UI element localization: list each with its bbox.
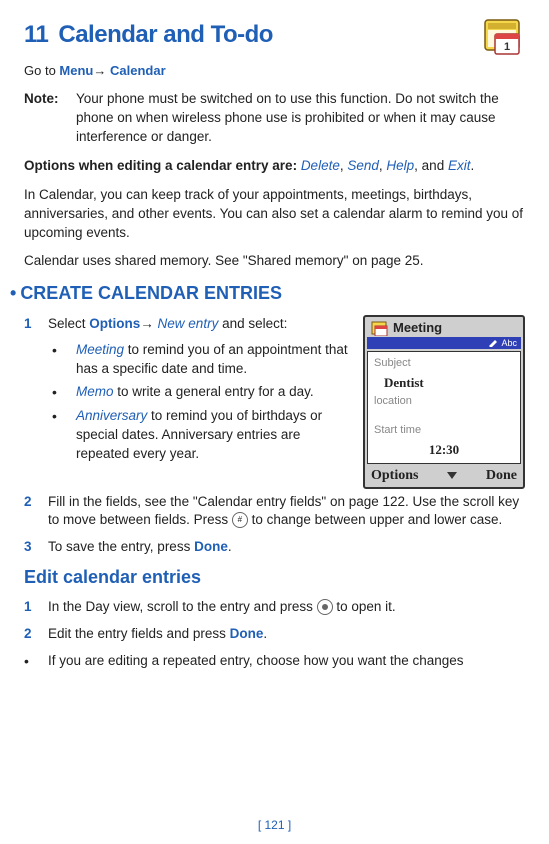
options-list: Options when editing a calendar entry ar… xyxy=(24,157,525,176)
subsection-edit-heading: Edit calendar entries xyxy=(24,565,525,590)
note-label: Note: xyxy=(24,90,76,147)
note-block: Note: Your phone must be switched on to … xyxy=(24,90,525,147)
phone-calendar-icon xyxy=(371,320,389,336)
step-1: 1 Select Options→ New entry and select: xyxy=(24,315,349,334)
phone-value-subject: Dentist xyxy=(374,374,514,392)
note-text: Your phone must be switched on to use th… xyxy=(76,90,525,147)
pencil-icon xyxy=(488,338,498,347)
calendar-icon: 1 xyxy=(483,16,525,58)
chapter-title: 11 Calendar and To-do xyxy=(24,18,273,52)
step-3: 3 To save the entry, press Done. xyxy=(24,538,525,557)
menu-link: Menu xyxy=(59,63,93,78)
nav-key-icon xyxy=(317,599,333,615)
phone-label-start: Start time xyxy=(374,423,514,438)
bullet-memo: • Memo to write a general entry for a da… xyxy=(52,383,349,403)
phone-softkey-left: Options xyxy=(371,466,418,486)
bullet-anniversary: • Anniversary to remind you of birthdays… xyxy=(52,407,349,464)
paragraph-intro: In Calendar, you can keep track of your … xyxy=(24,186,525,243)
chapter-title-text: Calendar and To-do xyxy=(58,21,273,48)
calendar-link: Calendar xyxy=(110,63,166,78)
input-mode-indicator: Abc xyxy=(501,337,517,350)
down-triangle-icon xyxy=(447,472,457,479)
edit-bullet-repeated: • If you are editing a repeated entry, c… xyxy=(24,652,525,672)
section-create-heading: •CREATE CALENDAR ENTRIES xyxy=(24,281,525,306)
goto-breadcrumb: Go to Menu→ Calendar xyxy=(24,62,525,80)
phone-screenshot: Meeting Abc Subject Dentist location Sta… xyxy=(363,315,525,489)
edit-step-2: 2 Edit the entry fields and press Done. xyxy=(24,625,525,644)
bullet-meeting: • Meeting to remind you of an appointmen… xyxy=(52,341,349,379)
phone-title: Meeting xyxy=(393,319,442,337)
page-number: [ 121 ] xyxy=(0,817,549,834)
phone-label-location: location xyxy=(374,394,514,409)
phone-softkey-right: Done xyxy=(486,466,517,486)
phone-label-subject: Subject xyxy=(374,356,514,371)
edit-step-1: 1 In the Day view, scroll to the entry a… xyxy=(24,598,525,617)
phone-value-start: 12:30 xyxy=(374,441,514,459)
chapter-number: 11 xyxy=(24,21,48,48)
paragraph-memory: Calendar uses shared memory. See "Shared… xyxy=(24,252,525,271)
svg-text:1: 1 xyxy=(504,41,510,53)
hash-key-icon xyxy=(232,512,248,528)
step-2: 2 Fill in the fields, see the "Calendar … xyxy=(24,493,525,531)
